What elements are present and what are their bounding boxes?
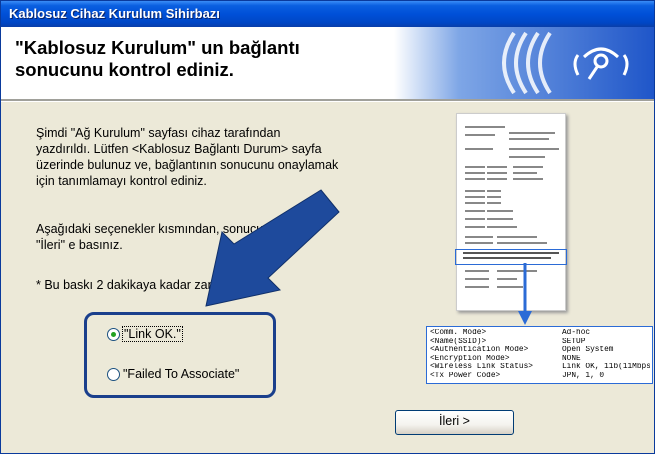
network-config-printout bbox=[455, 113, 567, 311]
callout-key: <Encryption Mode> bbox=[430, 354, 510, 363]
header-divider bbox=[1, 99, 654, 102]
callout-value: SETUP bbox=[562, 337, 586, 346]
option-failed-to-associate[interactable]: "Failed To Associate" bbox=[107, 367, 239, 381]
callout-key: <Wireless Link Status> bbox=[430, 363, 533, 372]
radio-link-ok[interactable] bbox=[107, 327, 120, 341]
callout-key: <Tx Power Code> bbox=[430, 371, 501, 380]
title-bar[interactable]: Kablosuz Cihaz Kurulum Sihirbazı bbox=[1, 1, 654, 27]
callout-value: NONE bbox=[562, 354, 581, 363]
window-title: Kablosuz Cihaz Kurulum Sihirbazı bbox=[9, 6, 220, 21]
callout-value: Link OK, 11b(11Mbps) bbox=[562, 363, 650, 372]
printout-highlight bbox=[455, 249, 567, 265]
radio-failed-to-associate[interactable] bbox=[107, 367, 120, 381]
result-options-group: "Link OK." "Failed To Associate" bbox=[84, 312, 276, 398]
option-link-ok[interactable]: "Link OK." bbox=[107, 326, 183, 342]
callout-value: JPN, 1, 0 bbox=[562, 371, 605, 380]
instruction-paragraph: Şimdi "Ağ Kurulum" sayfası cihaz tarafın… bbox=[36, 126, 339, 188]
option-failed-label[interactable]: "Failed To Associate" bbox=[123, 367, 239, 381]
callout-key: <Authentication Mode> bbox=[430, 346, 529, 355]
callout-key: <Name(SSID)> bbox=[430, 337, 487, 346]
wireless-status-callout: <Comm. Mode> Ad-hoc <Name(SSID)> SETUP <Au… bbox=[426, 326, 653, 384]
header-panel: "Kablosuz Kurulum" un bağlantı sonucunu … bbox=[1, 27, 654, 99]
page-heading: "Kablosuz Kurulum" un bağlantı sonucunu … bbox=[15, 37, 300, 80]
big-arrow-icon bbox=[205, 189, 340, 307]
wireless-antenna-icon bbox=[394, 27, 654, 99]
option-link-ok-label[interactable]: "Link OK." bbox=[122, 326, 183, 342]
callout-key: <Comm. Mode> bbox=[430, 329, 487, 337]
next-button[interactable]: İleri > bbox=[395, 410, 514, 435]
callout-value: Ad-hoc bbox=[562, 329, 591, 337]
callout-value: Open System bbox=[562, 346, 614, 355]
wizard-window: Kablosuz Cihaz Kurulum Sihirbazı "Kablos… bbox=[0, 0, 655, 454]
down-arrow-icon bbox=[518, 263, 532, 325]
